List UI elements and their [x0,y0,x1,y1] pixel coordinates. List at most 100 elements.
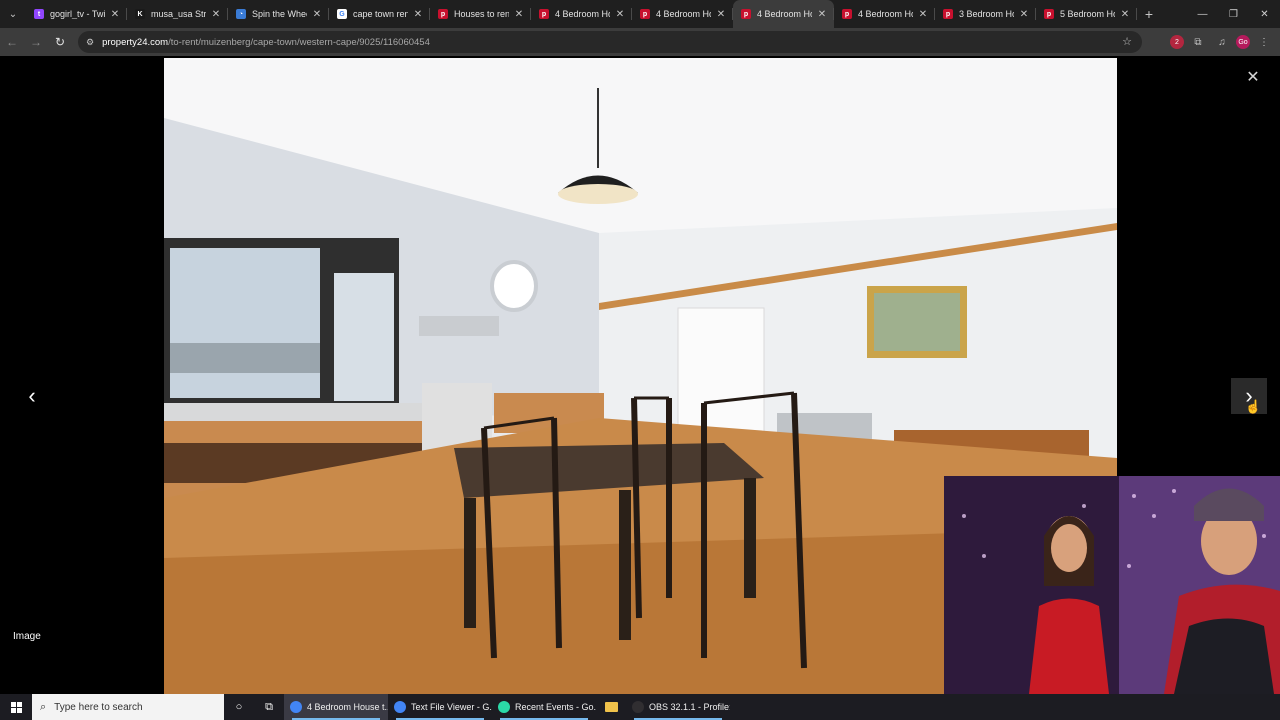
tab-title: 5 Bedroom House [1060,9,1115,19]
back-button[interactable]: ← [0,28,24,56]
browser-tab[interactable]: t gogirl_tv - Twitch ✕ [26,0,127,28]
tab-list: t gogirl_tv - Twitch ✕ Kmusa_usa Stream ✕ ◔ Sp… [26,0,1137,28]
tab-separator [1136,8,1137,20]
tab-title: 4 Bedroom House [555,9,610,19]
tab-close-icon[interactable]: ✕ [816,9,828,20]
forward-button[interactable]: → [24,28,48,56]
tab-title: 3 Bedroom House [959,9,1014,19]
tab-title: musa_usa Stream [151,9,206,19]
browser-tab[interactable]: ◔ Spin the Wheel ✕ [228,0,329,28]
tab-title: Houses to rent [454,9,509,19]
address-bar[interactable]: ⚙ property24.com/to-rent/muizenberg/cape… [78,31,1142,53]
app-icon [498,701,510,713]
tab-favicon-icon: G [337,9,347,19]
browser-tab[interactable]: p 3 Bedroom House ✕ [935,0,1036,28]
chevron-left-icon: ‹ [28,383,36,408]
taskbar-search-box[interactable]: ⌕ Type here to search [32,694,224,720]
browser-tab-strip: ⌄ tgogirl_tv - Twitch✕Kmusa_usa Stream✕◔… [0,0,1280,28]
windows-logo-icon [10,701,22,713]
bookmark-star-icon[interactable]: ☆ [1122,35,1132,48]
tab-favicon-icon: K [135,9,145,19]
browser-tab[interactable]: Kmusa_usa Stream ✕ [127,0,228,28]
url-path: /to-rent/muizenberg/cape-town/western-ca… [168,36,430,48]
close-gallery-button[interactable]: ✕ [1240,64,1266,90]
image-caption: Image [13,631,41,642]
tab-close-icon[interactable]: ✕ [210,9,222,20]
folder-icon [604,702,618,712]
tab-title: 4 Bedroom House [757,9,812,19]
menu-kebab-icon[interactable]: ⋮ [1254,32,1274,52]
windows-taskbar: ⌕ Type here to search ○ ⧉ 4 Bedroom Hous… [0,694,1280,720]
tab-search-icon[interactable]: ⌄ [0,0,26,28]
tab-close-icon[interactable]: ✕ [311,9,323,20]
toolbar-actions: 2 ⧉ ♫ Go ⋮ [1170,28,1274,56]
tab-favicon-icon: p [640,9,650,19]
webcam-feed-illustration [944,476,1280,694]
taskbar-app-label: Text File Viewer - G... [411,702,492,712]
tab-close-icon[interactable]: ✕ [1119,9,1131,20]
tab-favicon-icon: p [741,9,751,19]
tab-close-icon[interactable]: ✕ [412,9,424,20]
tab-close-icon[interactable]: ✕ [614,9,626,20]
profile-avatar[interactable]: Go [1236,35,1250,49]
browser-tab[interactable]: Gcape town rentals ✕ [329,0,430,28]
search-icon: ⌕ [40,700,47,713]
browser-tab[interactable]: p 4 Bedroom House ✕ [834,0,935,28]
app-icon [394,701,406,713]
restore-icon[interactable]: ❐ [1218,0,1249,28]
app-icon [290,701,302,713]
taskbar-app-label: Recent Events - Go... [515,702,596,712]
browser-toolbar: ← → ↻ ⚙ property24.com/to-rent/muizenber… [0,28,1280,56]
taskbar-app-label: OBS 32.1.1 - Profile:... [649,702,730,712]
tab-close-icon[interactable]: ✕ [715,9,727,20]
tab-favicon-icon: p [1044,9,1054,19]
close-window-icon[interactable]: ✕ [1249,0,1280,28]
url-host: property24.com [102,36,169,48]
taskbar-apps: 4 Bedroom House t... Text File Viewer - G… [284,694,730,720]
browser-tab[interactable]: p 4 Bedroom House ✕ [733,0,834,28]
tab-favicon-icon: p [438,9,448,19]
taskbar-app[interactable]: Recent Events - Go... [492,694,596,720]
tab-close-icon[interactable]: ✕ [109,9,121,20]
browser-tab[interactable]: p Houses to rent ✕ [430,0,531,28]
tab-title: Spin the Wheel [252,9,307,19]
webcam-overlay [944,476,1280,694]
site-info-icon[interactable]: ⚙ [86,37,94,48]
reload-button[interactable]: ↻ [48,28,72,56]
taskbar-app[interactable]: Text File Viewer - G... [388,694,492,720]
file-explorer-icon[interactable] [596,694,626,720]
tab-favicon-icon: t [34,9,44,19]
tab-favicon-icon: p [842,9,852,19]
taskbar-app-label: 4 Bedroom House t... [307,702,388,712]
tab-favicon-icon: p [539,9,549,19]
media-controls-icon[interactable]: ♫ [1212,32,1232,52]
tab-close-icon[interactable]: ✕ [513,9,525,20]
task-view-icon[interactable]: ⧉ [254,694,284,720]
tab-title: 4 Bedroom House [858,9,913,19]
minimize-icon[interactable]: — [1187,0,1218,28]
tab-title: cape town rentals [353,9,408,19]
tab-title: 4 Bedroom House [656,9,711,19]
browser-tab[interactable]: p 4 Bedroom House ✕ [632,0,733,28]
previous-image-button[interactable]: ‹ [14,378,50,414]
browser-tab[interactable]: p 5 Bedroom House ✕ [1036,0,1137,28]
window-controls: — ❐ ✕ [1187,0,1280,28]
start-button[interactable] [0,694,32,720]
tab-favicon-icon: ◔ [236,9,246,19]
cortana-icon[interactable]: ○ [224,694,254,720]
browser-tab[interactable]: p 4 Bedroom House ✕ [531,0,632,28]
screen: ⌄ tgogirl_tv - Twitch✕Kmusa_usa Stream✕◔… [0,0,1280,720]
extensions-puzzle-icon[interactable]: ⧉ [1188,32,1208,52]
mouse-pointer-icon: ☝ [1245,399,1262,414]
tab-close-icon[interactable]: ✕ [1018,9,1030,20]
taskbar-app[interactable]: OBS 32.1.1 - Profile:... [626,694,730,720]
app-icon [632,701,644,713]
extension-badge[interactable]: 2 [1170,35,1184,49]
tab-favicon-icon: p [943,9,953,19]
taskbar-app[interactable]: 4 Bedroom House t... [284,694,388,720]
tab-title: gogirl_tv - Twitch [50,9,105,19]
new-tab-button[interactable]: + [1137,0,1161,28]
close-icon: ✕ [1246,69,1260,86]
search-placeholder: Type here to search [54,701,143,713]
tab-close-icon[interactable]: ✕ [917,9,929,20]
